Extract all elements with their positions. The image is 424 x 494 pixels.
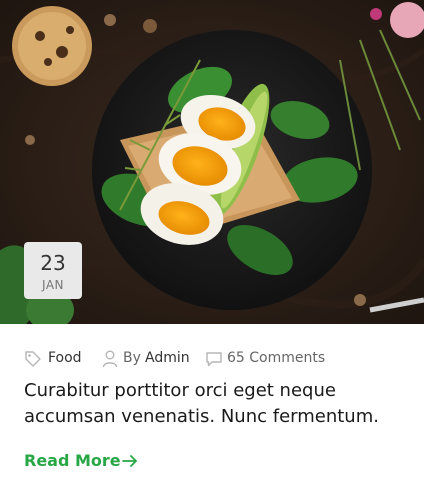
user-icon (102, 350, 118, 368)
blog-post-card: 23 JAN Food By Admin 65 Comments Curabit… (0, 0, 424, 494)
meta-author-prefix: By (123, 350, 141, 366)
read-more-label: Read More (24, 451, 121, 470)
meta-comments-label: 65 Comments (227, 350, 326, 366)
date-badge: 23 JAN (24, 242, 82, 299)
post-title[interactable]: Curabitur porttitor orci eget neque accu… (24, 378, 402, 430)
post-meta: Food By Admin 65 Comments (24, 349, 414, 368)
date-month: JAN (41, 278, 64, 292)
post-featured-image[interactable]: 23 JAN (0, 0, 424, 324)
comment-icon (206, 352, 222, 367)
arrow-right-icon (122, 455, 137, 467)
tag-icon (25, 351, 41, 367)
read-more-link[interactable]: Read More (24, 450, 174, 472)
meta-category[interactable]: Food (24, 349, 90, 367)
meta-author[interactable]: By Admin (102, 349, 212, 368)
meta-author-name: Admin (145, 350, 190, 366)
date-day: 23 (40, 251, 66, 275)
meta-category-label: Food (48, 350, 82, 366)
meta-comments[interactable]: 65 Comments (205, 349, 335, 367)
